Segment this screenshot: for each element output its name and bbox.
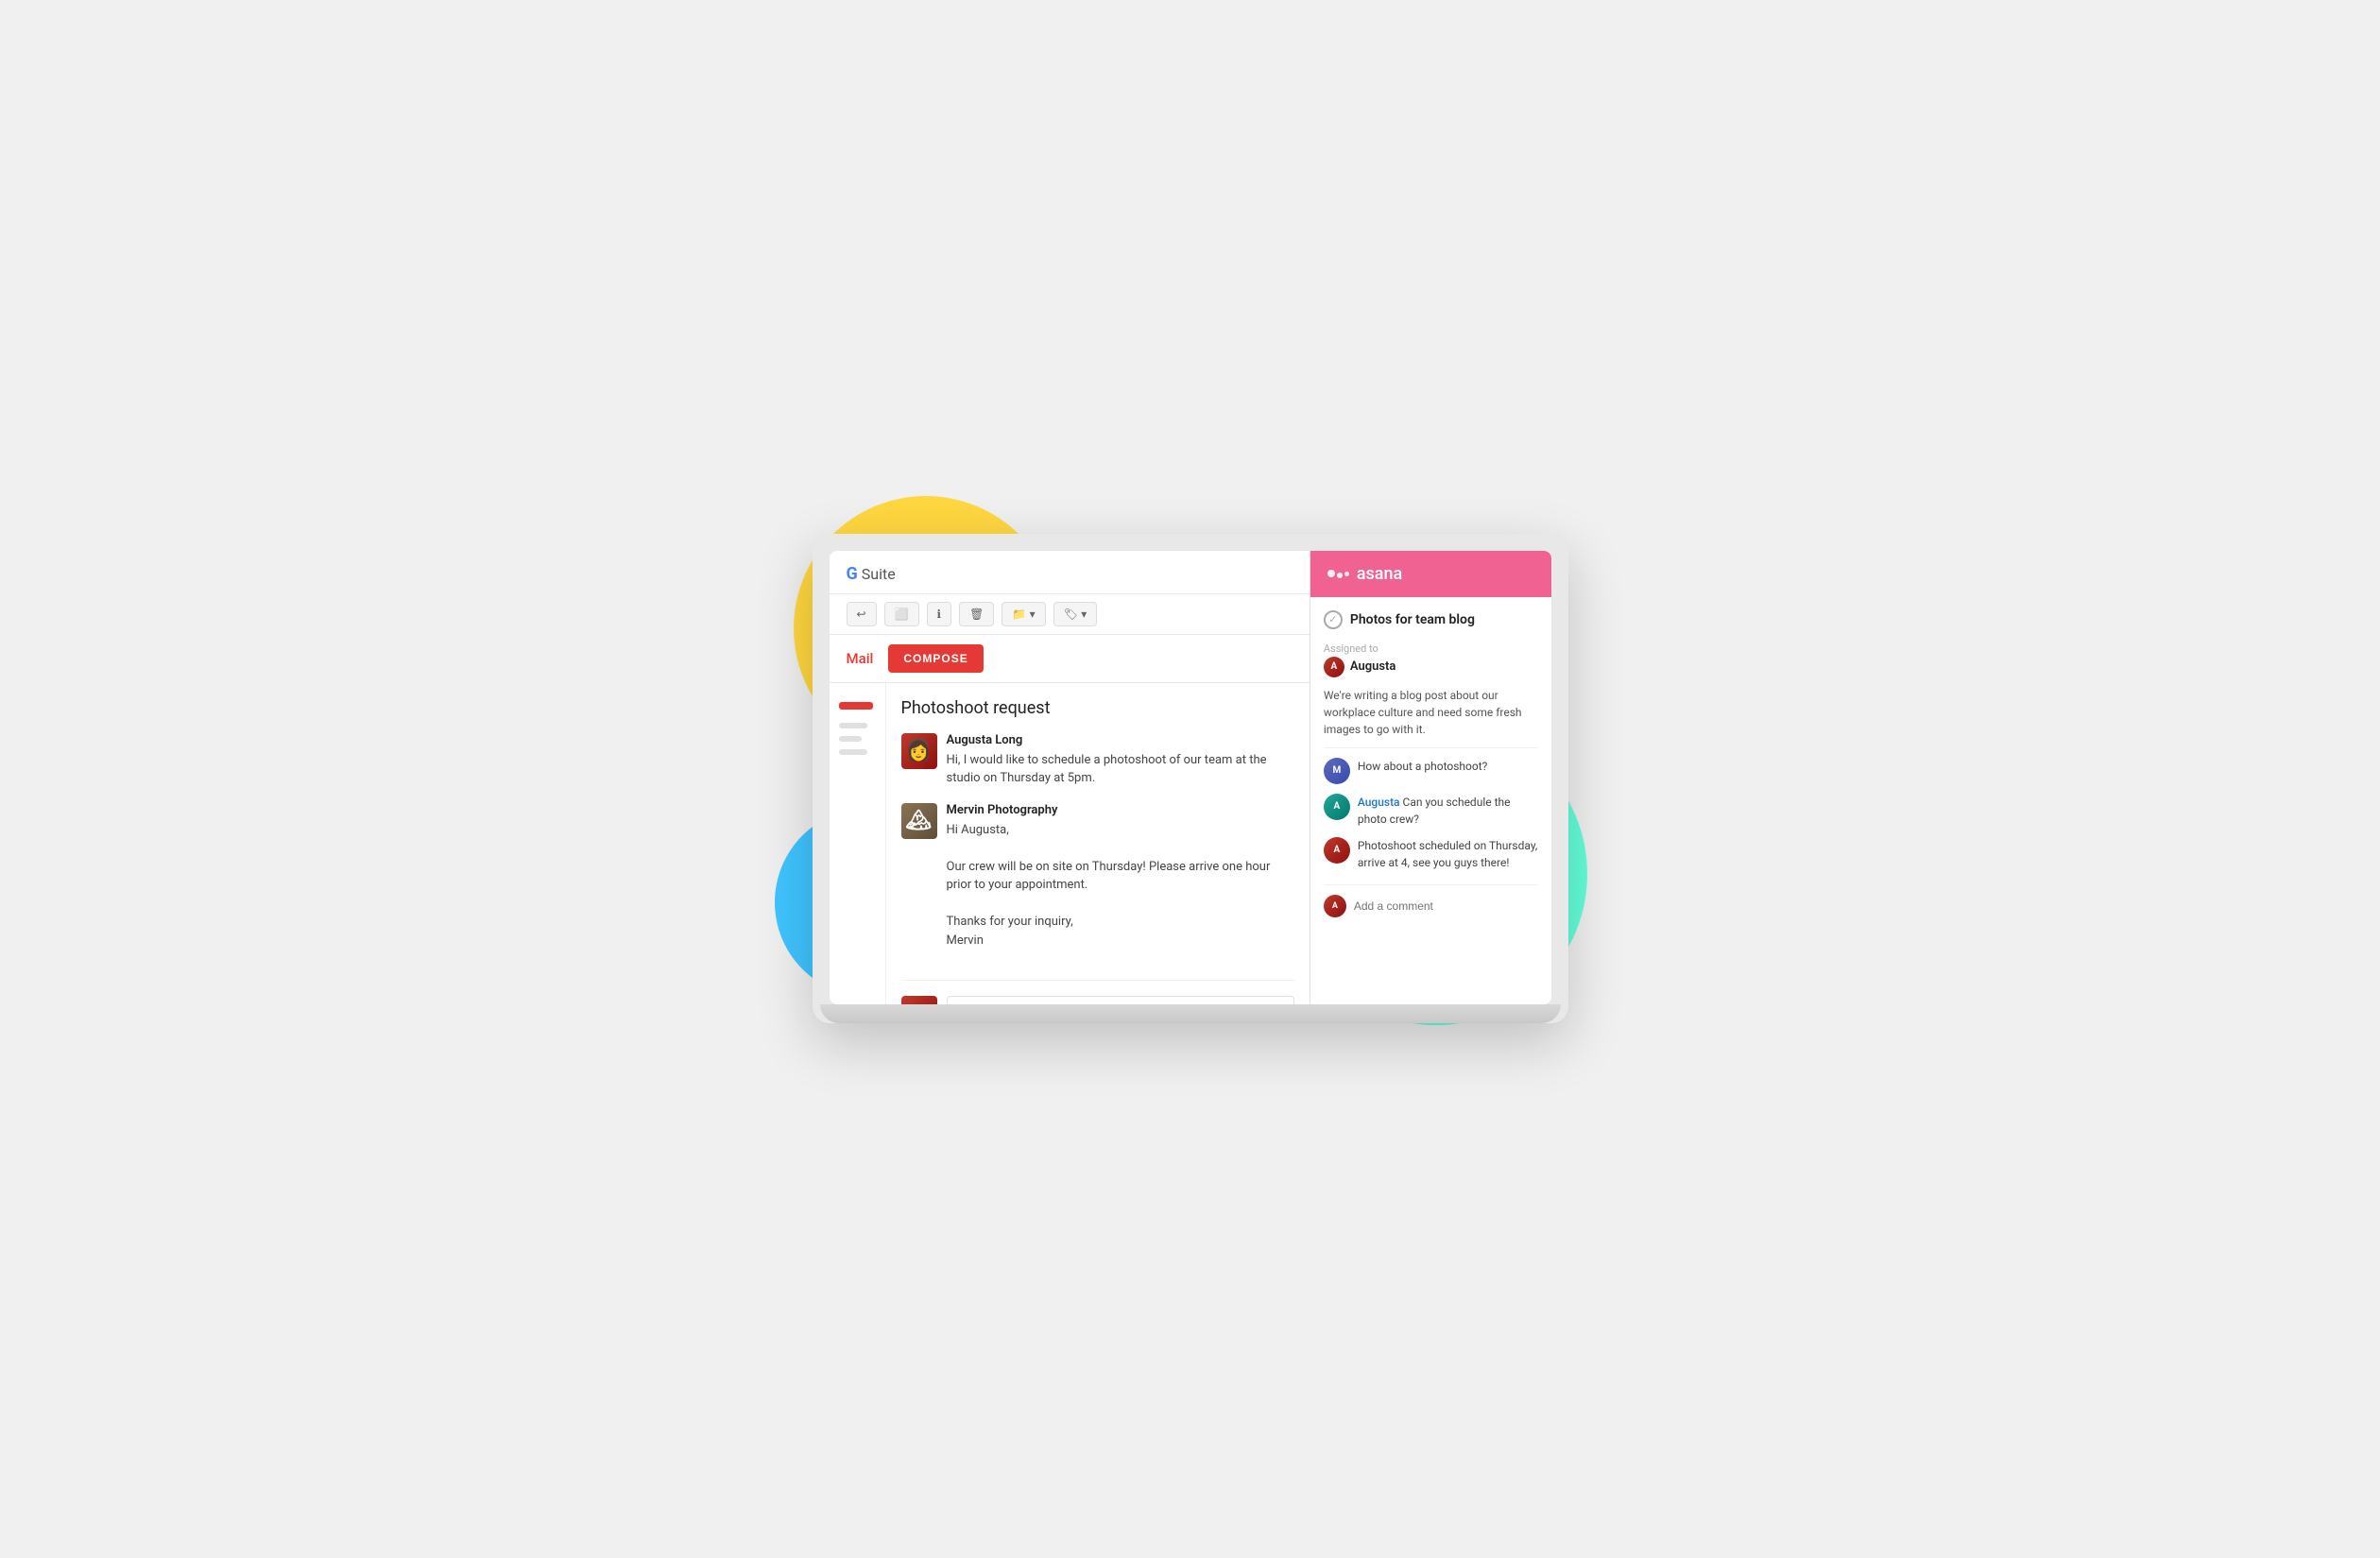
toolbar-info-btn[interactable]: ℹ: [927, 602, 952, 626]
assigned-label: Assigned to: [1324, 642, 1538, 655]
comment-text-3: Photoshoot scheduled on Thursday, arrive…: [1358, 837, 1538, 871]
comment-row-2: A Augusta Can you schedule the photo cre…: [1324, 794, 1538, 828]
assigned-value: A Augusta: [1324, 657, 1538, 677]
toolbar-archive-btn[interactable]: ⬜: [884, 602, 919, 626]
asana-panel: asana ✓ Photos for team blog Assigned to: [1310, 551, 1551, 1004]
asana-dots: [1327, 569, 1349, 578]
toolbar-delete-btn[interactable]: 🗑: [959, 602, 994, 626]
gmail-sidebar: [830, 683, 886, 1004]
message-body-2: Mervin Photography Hi Augusta, Our crew …: [947, 803, 1294, 950]
asana-dot-2: [1337, 573, 1343, 578]
toolbar-folder-btn[interactable]: 📁 ▾: [1002, 602, 1045, 626]
add-comment-row: A: [1324, 884, 1538, 917]
add-comment-input[interactable]: [1354, 899, 1538, 913]
comment-avatar-3: A: [1324, 837, 1350, 864]
asana-header: asana: [1310, 551, 1551, 597]
gmail-app-header: G Suite: [830, 551, 1310, 594]
laptop-base: [820, 1004, 1561, 1023]
email-message-2: 🏔 Mervin Photography Hi Augusta, Our cre…: [901, 803, 1294, 950]
comment-avatar-2: A: [1324, 794, 1350, 820]
task-description: We're writing a blog post about our work…: [1324, 687, 1538, 748]
compose-button[interactable]: COMPOSE: [888, 644, 983, 673]
comment-text-2: Augusta Can you schedule the photo crew?: [1358, 794, 1538, 828]
laptop-screen-inner: G Suite ↩ ⬜ ℹ 🗑 📁 ▾ 🏷 ▾: [830, 551, 1551, 1004]
avatar-augusta: 👩: [901, 733, 937, 769]
avatar-mervin: 🏔: [901, 803, 937, 839]
sender-name-1: Augusta Long: [947, 733, 1294, 747]
gmail-panel: G Suite ↩ ⬜ ℹ 🗑 📁 ▾ 🏷 ▾: [830, 551, 1310, 1004]
avatar-reply: 👩: [901, 996, 937, 1004]
laptop-screen-outer: G Suite ↩ ⬜ ℹ 🗑 📁 ▾ 🏷 ▾: [813, 534, 1568, 1023]
gsuite-logo: G Suite: [847, 564, 896, 584]
message-text-2: Hi Augusta, Our crew will be on site on …: [947, 821, 1294, 950]
comment-row-1: M How about a photoshoot?: [1324, 758, 1538, 784]
comment-avatar-1: M: [1324, 758, 1350, 784]
scene: G Suite ↩ ⬜ ℹ 🗑 📁 ▾ 🏷 ▾: [765, 487, 1616, 1072]
email-subject: Photoshoot request: [901, 698, 1294, 718]
task-title: Photos for team blog: [1350, 612, 1475, 627]
gmail-toolbar: ↩ ⬜ ℹ 🗑 📁 ▾ 🏷 ▾: [830, 594, 1310, 635]
reply-box: 👩 Click here to reply or forward: [901, 980, 1294, 1004]
mail-label: Mail: [847, 650, 874, 667]
assigned-avatar: A: [1324, 657, 1344, 677]
sidebar-item-2: [839, 736, 862, 742]
message-text-1: Hi, I would like to schedule a photoshoo…: [947, 751, 1294, 788]
mention-augusta: Augusta: [1358, 796, 1400, 809]
asana-dot-3: [1344, 572, 1349, 576]
assigned-name: Augusta: [1350, 659, 1396, 674]
sidebar-item-1: [839, 723, 867, 728]
message-body-1: Augusta Long Hi, I would like to schedul…: [947, 733, 1294, 788]
sidebar-active-item: [839, 702, 873, 710]
g-letter: G: [847, 564, 858, 584]
gmail-body: Photoshoot request 👩 Augusta Long: [830, 683, 1310, 1004]
add-comment-avatar: A: [1324, 895, 1346, 917]
comment-row-3: A Photoshoot scheduled on Thursday, arri…: [1324, 837, 1538, 871]
task-title-row: ✓ Photos for team blog: [1324, 610, 1538, 629]
asana-body: ✓ Photos for team blog Assigned to A Aug…: [1310, 597, 1551, 1004]
email-thread: 👩 Augusta Long Hi, I would like to sched…: [901, 733, 1294, 1004]
asana-dot-1: [1327, 570, 1335, 577]
mail-nav: Mail COMPOSE: [830, 635, 1310, 683]
comment-text-1: How about a photoshoot?: [1358, 758, 1538, 775]
toolbar-reply-btn[interactable]: ↩: [847, 602, 877, 626]
assigned-section: Assigned to A Augusta: [1324, 642, 1538, 677]
task-check-circle[interactable]: ✓: [1324, 610, 1343, 629]
toolbar-tag-btn[interactable]: 🏷 ▾: [1053, 602, 1098, 626]
sender-name-2: Mervin Photography: [947, 803, 1294, 817]
comments-section: M How about a photoshoot? A Augusta Can …: [1324, 758, 1538, 871]
suite-text: Suite: [862, 565, 896, 583]
asana-logo-text: asana: [1357, 564, 1402, 584]
sidebar-item-3: [839, 749, 867, 755]
reply-input[interactable]: Click here to reply or forward: [947, 996, 1294, 1004]
laptop: G Suite ↩ ⬜ ℹ 🗑 📁 ▾ 🏷 ▾: [813, 534, 1568, 1035]
email-message-1: 👩 Augusta Long Hi, I would like to sched…: [901, 733, 1294, 788]
gmail-content: Photoshoot request 👩 Augusta Long: [886, 683, 1310, 1004]
